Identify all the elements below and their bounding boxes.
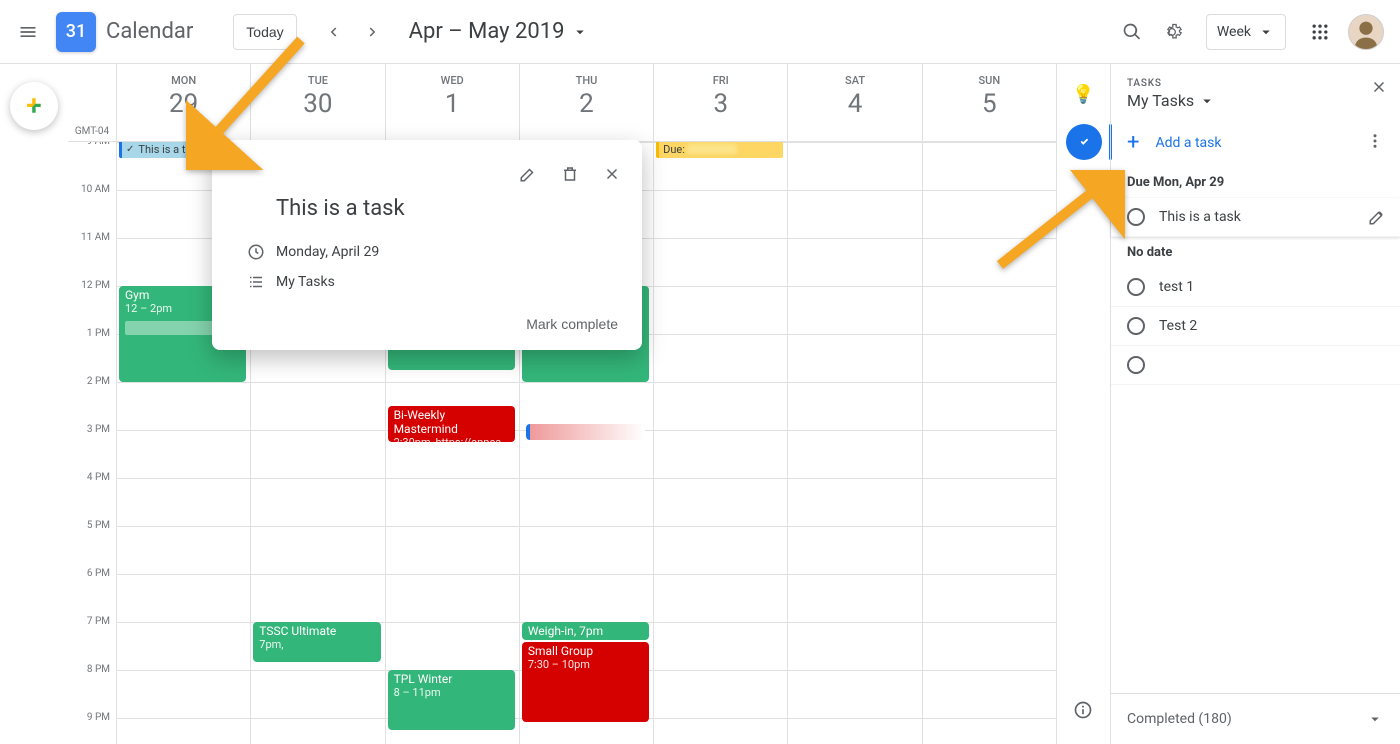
today-button[interactable]: Today <box>233 14 296 50</box>
task-chip-fri[interactable]: Due: <box>656 142 783 158</box>
next-week-button[interactable] <box>353 12 393 52</box>
task-item[interactable]: Test 2 <box>1111 307 1400 346</box>
task-radio[interactable] <box>1127 278 1145 296</box>
create-button[interactable] <box>10 82 58 130</box>
day-header-sat[interactable]: SAT4 <box>787 64 921 141</box>
event-small-group[interactable]: Small Group7:30 – 10pm <box>522 642 649 722</box>
close-icon[interactable] <box>1370 78 1388 100</box>
logo[interactable]: 31 Calendar <box>56 12 193 52</box>
task-radio[interactable] <box>1127 356 1145 374</box>
task-check-icon: ✓ <box>126 144 134 155</box>
tasks-panel-header: TASKS My Tasks <box>1111 64 1400 118</box>
plus-icon <box>26 92 41 120</box>
day-header-wed[interactable]: WED1 <box>385 64 519 141</box>
task-item[interactable]: This is a task <box>1111 198 1400 237</box>
day-header-tue[interactable]: TUE30 <box>250 64 384 141</box>
chevron-down-icon <box>1257 23 1275 41</box>
day-header-thu[interactable]: THU2 <box>519 64 653 141</box>
menu-icon[interactable] <box>8 12 48 52</box>
tasks-panel-label: TASKS <box>1127 78 1384 89</box>
tasks-panel: TASKS My Tasks + Add a task Due Mon, Apr… <box>1110 64 1400 744</box>
add-task-button[interactable]: + Add a task <box>1111 118 1400 167</box>
prev-week-button[interactable] <box>313 12 353 52</box>
day-col-sun[interactable] <box>922 142 1056 744</box>
date-range-text: Apr – May 2019 <box>409 19 565 44</box>
task-item-label: This is a task <box>1159 209 1241 225</box>
task-item[interactable] <box>1111 346 1400 385</box>
avatar[interactable] <box>1348 14 1384 50</box>
chevron-down-icon <box>1198 92 1216 110</box>
left-gutter <box>0 64 68 744</box>
time-column: 9 AM 10 AM 11 AM 12 PM 1 PM 2 PM 3 PM 4 … <box>68 142 116 744</box>
day-header-mon[interactable]: MON29 <box>116 64 250 141</box>
list-icon <box>236 273 276 291</box>
edit-icon[interactable] <box>1368 208 1386 230</box>
event-mastermind[interactable]: Bi-Weekly Mastermind2:30pm, https://appe… <box>388 406 515 442</box>
task-popup: This is a task Monday, April 29 My Tasks… <box>212 140 642 350</box>
event-tssc[interactable]: TSSC Ultimate7pm, <box>253 622 380 662</box>
day-col-fri[interactable]: Due: <box>653 142 787 744</box>
close-icon[interactable] <box>594 156 630 192</box>
due-section-header: Due Mon, Apr 29 <box>1111 167 1400 198</box>
day-col-sat[interactable] <box>787 142 921 744</box>
gear-icon[interactable] <box>1152 12 1192 52</box>
clock-icon <box>236 243 276 261</box>
search-icon[interactable] <box>1112 12 1152 52</box>
day-headers: GMT-04 MON29 TUE30 WED1 THU2 FRI3 SAT4 S… <box>68 64 1056 142</box>
apps-icon[interactable] <box>1300 12 1340 52</box>
popup-date-row: Monday, April 29 <box>212 237 642 267</box>
task-item-label: test 1 <box>1159 279 1194 295</box>
info-icon[interactable] <box>1073 700 1093 724</box>
day-header-fri[interactable]: FRI3 <box>653 64 787 141</box>
side-rail: 💡 <box>1056 64 1110 744</box>
app-title: Calendar <box>106 19 193 44</box>
more-icon[interactable] <box>1366 132 1384 154</box>
chevron-down-icon <box>571 23 589 41</box>
task-radio[interactable] <box>1127 208 1145 226</box>
nodate-section-header: No date <box>1111 237 1400 268</box>
view-label: Week <box>1217 24 1251 40</box>
task-item[interactable]: test 1 <box>1111 268 1400 307</box>
calendar-logo-icon: 31 <box>56 12 96 52</box>
completed-section[interactable]: Completed (180) <box>1111 693 1400 744</box>
event-tpl[interactable]: TPL Winter8 – 11pm <box>388 670 515 730</box>
timezone-label: GMT-04 <box>68 64 116 141</box>
keep-icon[interactable]: 💡 <box>1066 76 1102 112</box>
event-thu-strip[interactable] <box>526 424 645 440</box>
event-weigh[interactable]: Weigh-in, 7pm <box>522 622 649 640</box>
mark-complete-button[interactable]: Mark complete <box>526 316 618 332</box>
edit-icon[interactable] <box>510 156 546 192</box>
task-radio[interactable] <box>1127 317 1145 335</box>
tasks-icon[interactable] <box>1066 124 1102 160</box>
main: GMT-04 MON29 TUE30 WED1 THU2 FRI3 SAT4 S… <box>0 64 1400 744</box>
header: 31 Calendar Today Apr – May 2019 Week <box>0 0 1400 64</box>
delete-icon[interactable] <box>552 156 588 192</box>
popup-title: This is a task <box>212 192 642 237</box>
popup-list-row: My Tasks <box>212 267 642 297</box>
task-item-label: Test 2 <box>1159 318 1197 334</box>
view-selector[interactable]: Week <box>1206 14 1286 50</box>
chevron-down-icon <box>1366 710 1384 728</box>
day-header-sun[interactable]: SUN5 <box>922 64 1056 141</box>
date-range[interactable]: Apr – May 2019 <box>409 19 589 44</box>
tasks-list-selector[interactable]: My Tasks <box>1127 91 1384 110</box>
plus-icon: + <box>1127 130 1139 155</box>
